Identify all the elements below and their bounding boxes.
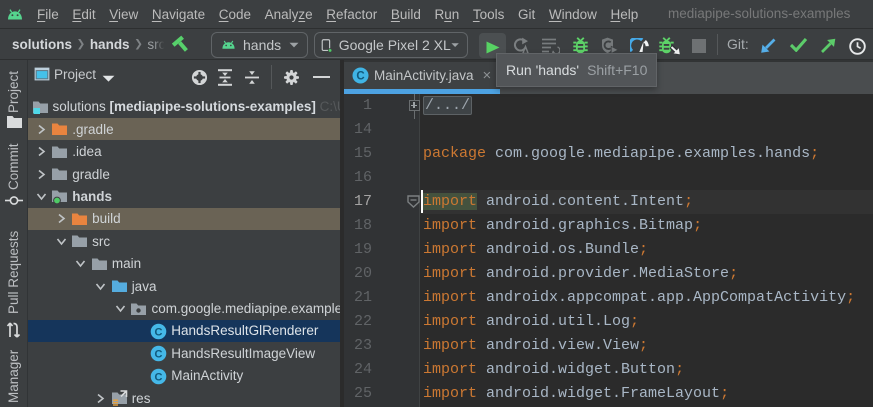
svg-text:C: C (356, 71, 364, 83)
svg-text:C: C (155, 349, 163, 361)
svg-text:C: C (155, 326, 163, 338)
svg-text:C: C (155, 371, 163, 383)
